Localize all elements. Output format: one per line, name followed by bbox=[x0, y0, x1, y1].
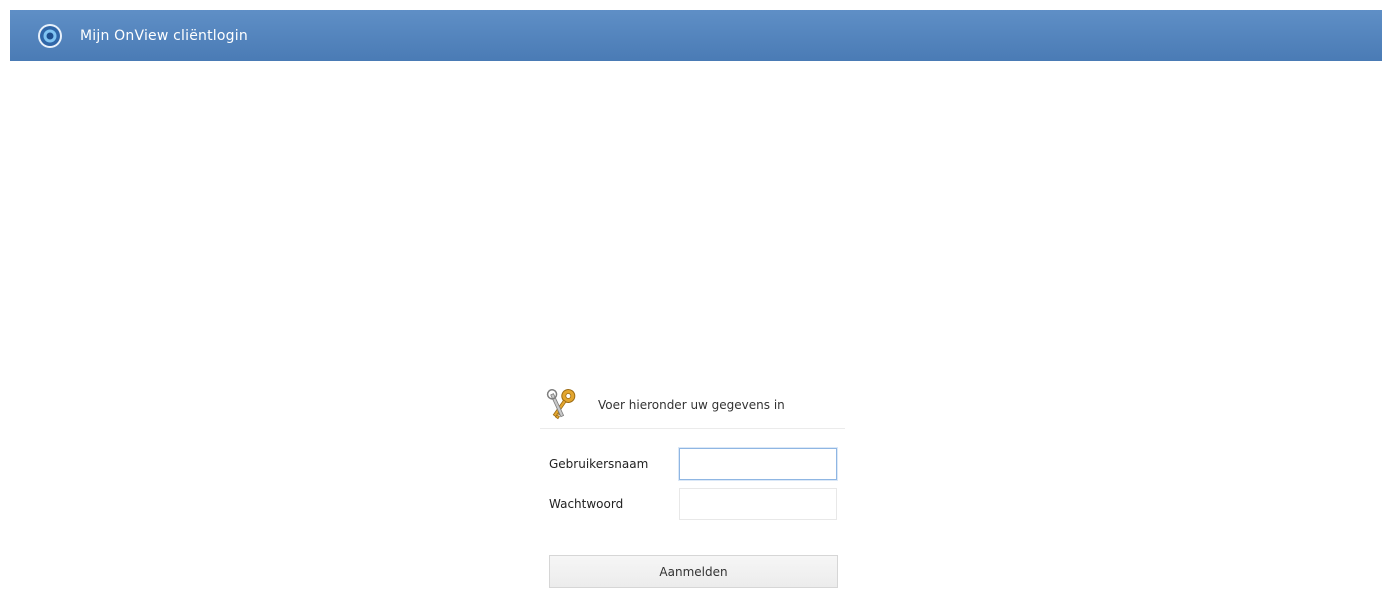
key-icon bbox=[546, 385, 578, 425]
login-panel-header: Voer hieronder uw gegevens in bbox=[540, 382, 845, 429]
username-label: Gebruikersnaam bbox=[549, 457, 649, 471]
login-button[interactable]: Aanmelden bbox=[549, 555, 838, 588]
onview-logo-icon bbox=[36, 22, 64, 50]
password-label: Wachtwoord bbox=[549, 497, 624, 511]
login-instruction: Voer hieronder uw gegevens in bbox=[598, 398, 785, 412]
login-panel: Voer hieronder uw gegevens in Gebruikers… bbox=[540, 382, 845, 588]
username-input[interactable] bbox=[679, 448, 837, 480]
page-title: Mijn OnView cliëntlogin bbox=[80, 27, 248, 44]
app-header: Mijn OnView cliëntlogin bbox=[10, 10, 1382, 61]
password-row: Wachtwoord bbox=[540, 484, 845, 524]
username-row: Gebruikersnaam bbox=[540, 444, 845, 484]
password-input[interactable] bbox=[679, 488, 837, 520]
